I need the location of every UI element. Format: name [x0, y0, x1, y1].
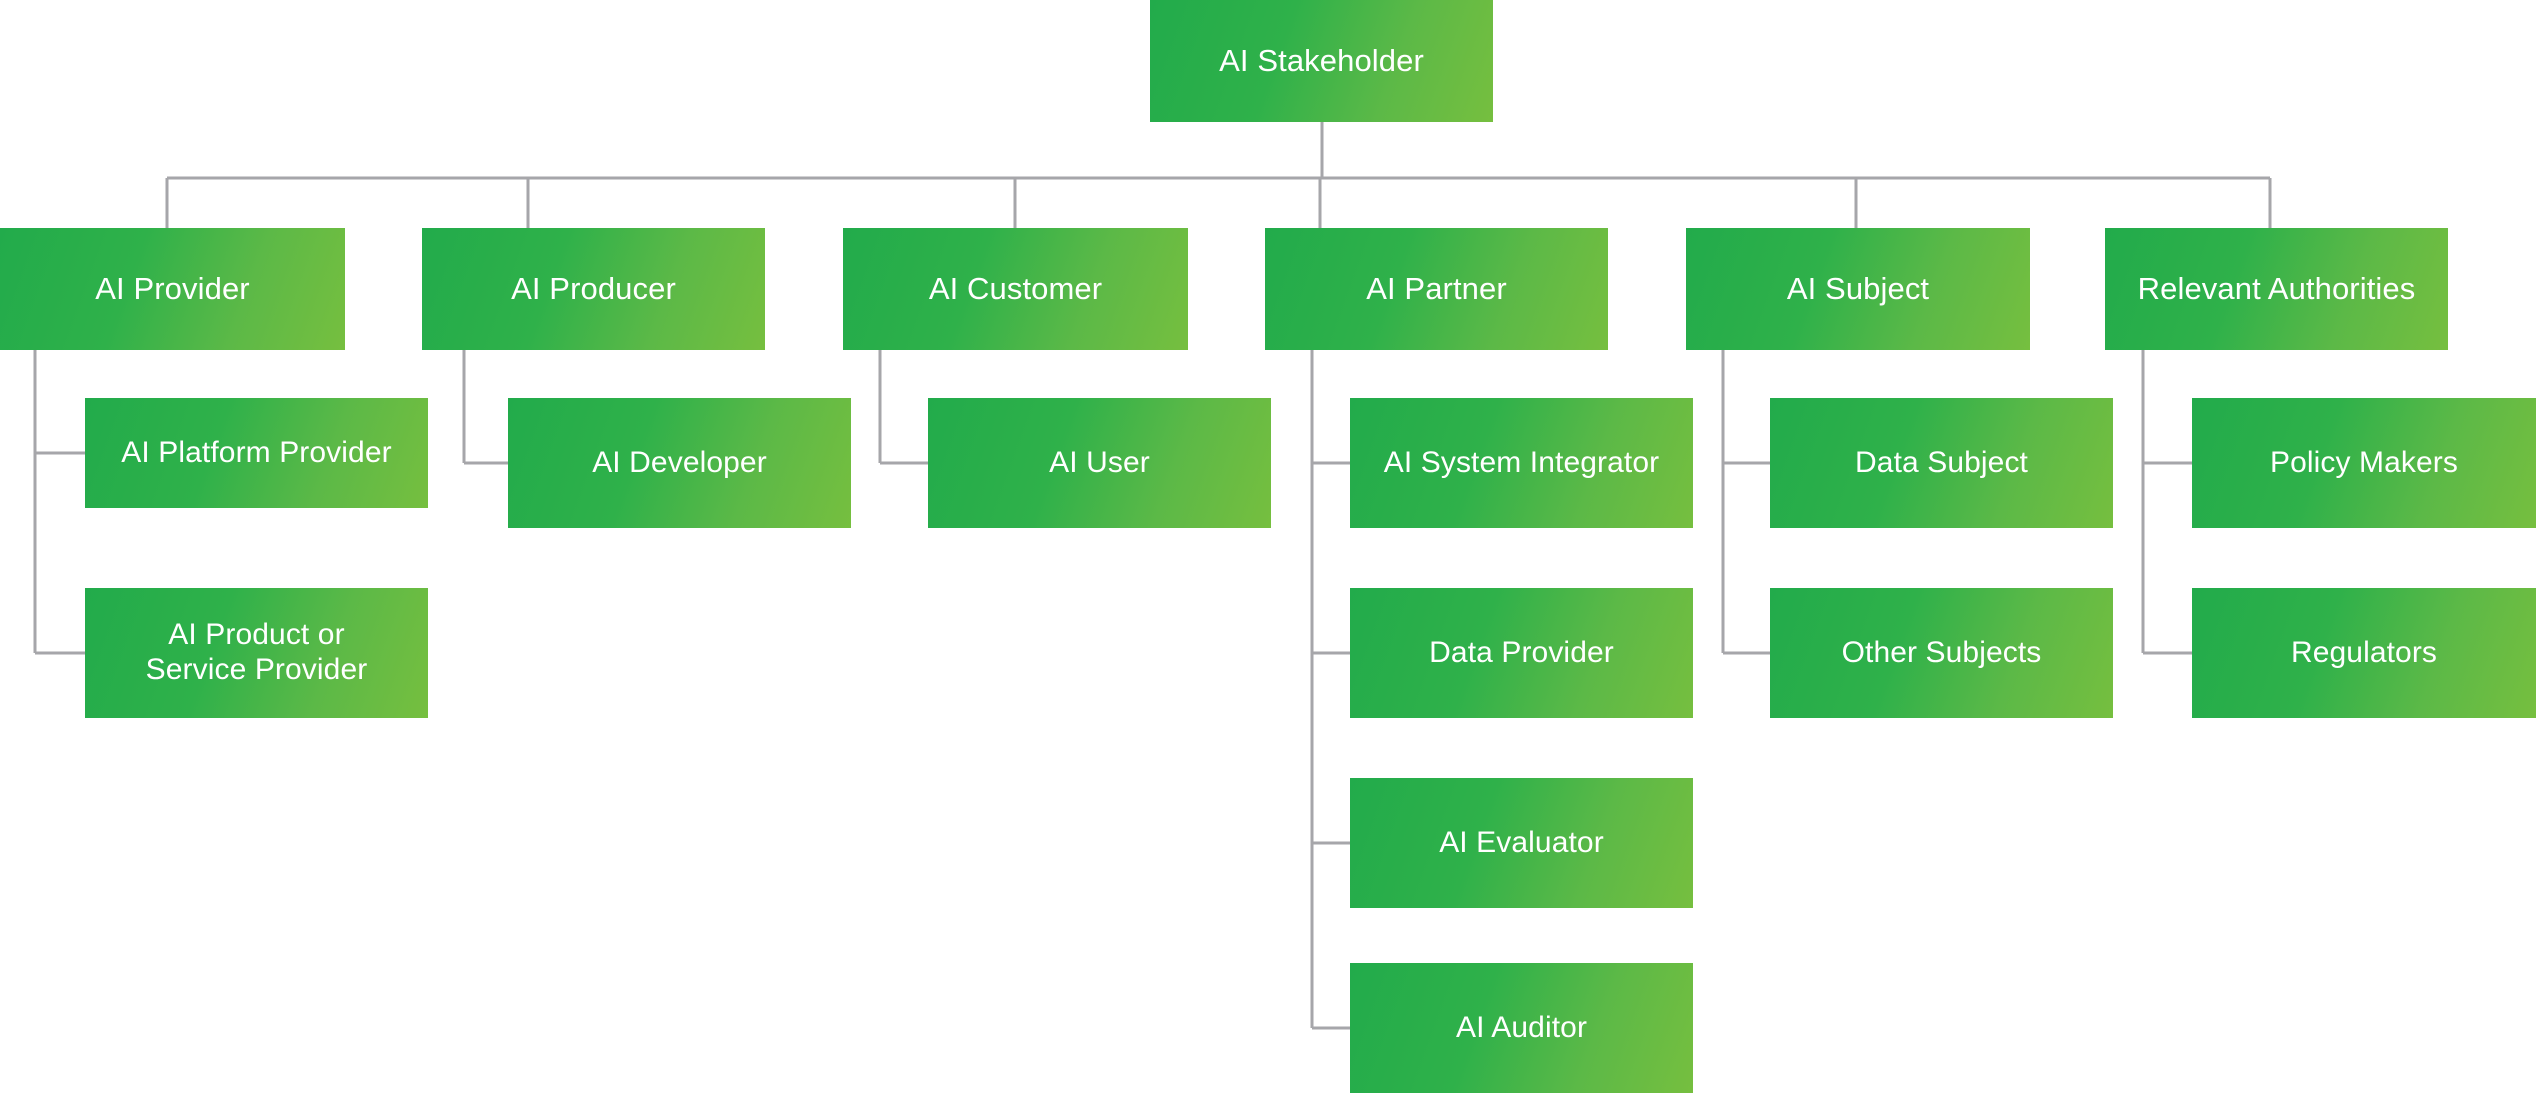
ai-stakeholder-diagram: AI Stakeholder AI Provider AI Platform Pro… — [0, 0, 2536, 1095]
node-label: AI Partner — [1366, 271, 1507, 307]
node-label: AI Platform Provider — [121, 435, 392, 469]
node-ai-partner[interactable]: AI Partner — [1265, 228, 1608, 350]
node-label: Relevant Authorities — [2137, 271, 2416, 307]
node-ai-customer[interactable]: AI Customer — [843, 228, 1188, 350]
node-label: AI Subject — [1786, 271, 1930, 307]
node-policy-makers[interactable]: Policy Makers — [2192, 398, 2536, 528]
node-other-subjects[interactable]: Other Subjects — [1770, 588, 2113, 718]
node-ai-subject[interactable]: AI Subject — [1686, 228, 2030, 350]
node-ai-provider[interactable]: AI Provider — [0, 228, 345, 350]
connector-layer — [33, 122, 2272, 1030]
node-label: AI Producer — [511, 271, 676, 307]
node-ai-auditor[interactable]: AI Auditor — [1350, 963, 1693, 1093]
node-relevant-authorities[interactable]: Relevant Authorities — [2105, 228, 2448, 350]
node-label: Regulators — [2290, 635, 2438, 669]
node-label: AI Evaluator — [1439, 825, 1604, 859]
node-label: AI Stakeholder — [1219, 43, 1424, 79]
node-label: Data Provider — [1429, 635, 1614, 669]
node-ai-system-integrator[interactable]: AI System Integrator — [1350, 398, 1693, 528]
node-label: Policy Makers — [2269, 445, 2458, 479]
node-label: Other Subjects — [1841, 635, 2042, 669]
node-ai-developer[interactable]: AI Developer — [508, 398, 851, 528]
node-ai-product-or-service-provider[interactable]: AI Product or Service Provider — [85, 588, 428, 718]
node-ai-stakeholder[interactable]: AI Stakeholder — [1150, 0, 1493, 122]
node-ai-user[interactable]: AI User — [928, 398, 1271, 528]
node-label: Data Subject — [1855, 445, 2028, 479]
node-label: AI Developer — [592, 445, 767, 479]
node-label: AI Customer — [928, 271, 1103, 307]
node-regulators[interactable]: Regulators — [2192, 588, 2536, 718]
node-label: AI Auditor — [1455, 1010, 1588, 1044]
node-label: AI User — [1049, 445, 1150, 479]
node-data-subject[interactable]: Data Subject — [1770, 398, 2113, 528]
node-label: AI System Integrator — [1383, 445, 1660, 479]
node-ai-evaluator[interactable]: AI Evaluator — [1350, 778, 1693, 908]
node-data-provider[interactable]: Data Provider — [1350, 588, 1693, 718]
node-label: AI Provider — [95, 271, 250, 307]
node-ai-producer[interactable]: AI Producer — [422, 228, 765, 350]
node-label: AI Product or Service Provider — [145, 618, 368, 686]
node-ai-platform-provider[interactable]: AI Platform Provider — [85, 398, 428, 508]
